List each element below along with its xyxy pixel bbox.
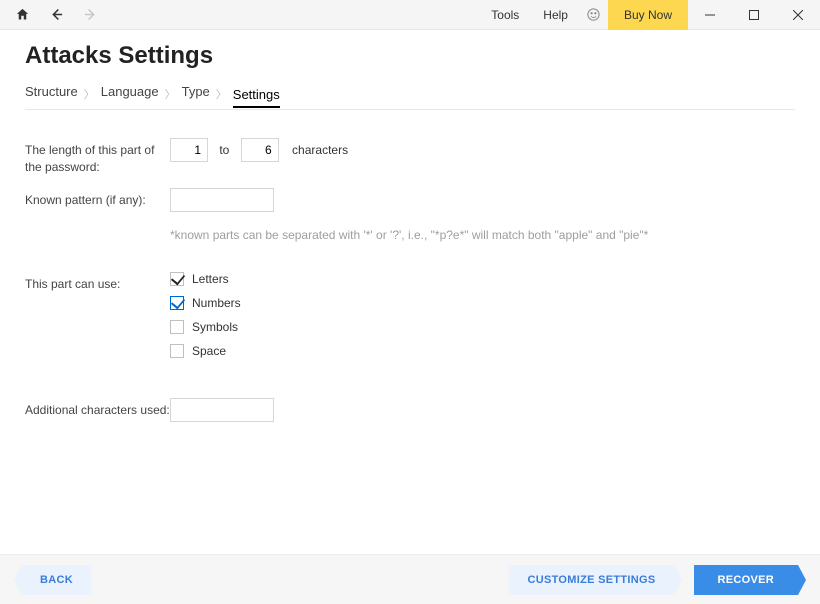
content-area: Attacks Settings Structure 〉 Language 〉 Type…	[0, 30, 820, 554]
buy-now-button[interactable]: Buy Now	[608, 0, 688, 30]
length-label: The length of this part of the password:	[25, 138, 170, 176]
home-button[interactable]	[8, 1, 36, 29]
breadcrumb-item-language[interactable]: Language	[101, 84, 159, 103]
home-icon	[15, 7, 30, 22]
smile-icon	[586, 7, 601, 22]
menu-tools[interactable]: Tools	[479, 0, 531, 30]
form-area: The length of this part of the password:…	[25, 138, 795, 422]
pattern-label: Known pattern (if any):	[25, 188, 170, 209]
checkbox-label-space: Space	[192, 344, 226, 358]
maximize-icon	[749, 10, 759, 20]
row-pattern: Known pattern (if any):	[25, 188, 795, 212]
customize-settings-button[interactable]: CUSTOMIZE SETTINGS	[509, 565, 673, 595]
use-controls: Letters Numbers Symbols Space	[170, 272, 795, 368]
additional-controls	[170, 398, 795, 422]
chevron-right-icon: 〉	[165, 86, 176, 102]
checkbox-row-symbols: Symbols	[170, 320, 795, 334]
breadcrumb-item-structure[interactable]: Structure	[25, 84, 78, 103]
checkbox-label-numbers: Numbers	[192, 296, 241, 310]
row-length: The length of this part of the password:…	[25, 138, 795, 176]
pattern-controls	[170, 188, 795, 212]
checkbox-label-symbols: Symbols	[192, 320, 238, 334]
checkbox-label-letters: Letters	[192, 272, 229, 286]
pattern-hint: *known parts can be separated with '*' o…	[170, 228, 795, 242]
titlebar: Tools Help Buy Now	[0, 0, 820, 30]
checkbox-row-numbers: Numbers	[170, 296, 795, 310]
additional-label: Additional characters used:	[25, 398, 170, 419]
feedback-button[interactable]	[580, 1, 608, 29]
close-icon	[793, 10, 803, 20]
checkbox-numbers[interactable]	[170, 296, 184, 310]
breadcrumb-item-settings[interactable]: Settings	[233, 87, 280, 108]
length-controls: to characters	[170, 138, 795, 162]
chevron-right-icon: 〉	[84, 86, 95, 102]
window-minimize[interactable]	[688, 0, 732, 30]
length-after-text: characters	[292, 143, 348, 157]
arrow-right-icon	[83, 7, 98, 22]
row-additional: Additional characters used:	[25, 398, 795, 422]
row-use: This part can use: Letters Numbers Symbols…	[25, 272, 795, 368]
footer: BACK CUSTOMIZE SETTINGS RECOVER	[0, 554, 820, 604]
checkbox-symbols[interactable]	[170, 320, 184, 334]
checkbox-space[interactable]	[170, 344, 184, 358]
breadcrumb: Structure 〉 Language 〉 Type 〉 Settings	[25, 84, 795, 110]
length-to-input[interactable]	[241, 138, 279, 162]
nav-forward-button	[76, 1, 104, 29]
page-title: Attacks Settings	[25, 42, 795, 70]
nav-back-button[interactable]	[42, 1, 70, 29]
window-maximize[interactable]	[732, 0, 776, 30]
menu-help[interactable]: Help	[531, 0, 580, 30]
use-label: This part can use:	[25, 272, 170, 293]
length-from-input[interactable]	[170, 138, 208, 162]
hint-empty-label	[25, 224, 170, 228]
titlebar-left	[8, 1, 104, 29]
minimize-icon	[705, 10, 715, 20]
additional-input[interactable]	[170, 398, 274, 422]
window-close[interactable]	[776, 0, 820, 30]
arrow-left-icon	[49, 7, 64, 22]
checkbox-letters[interactable]	[170, 272, 184, 286]
checkbox-row-space: Space	[170, 344, 795, 358]
pattern-input[interactable]	[170, 188, 274, 212]
recover-button[interactable]: RECOVER	[694, 565, 799, 595]
row-hint: *known parts can be separated with '*' o…	[25, 224, 795, 242]
back-button[interactable]: BACK	[22, 565, 91, 595]
breadcrumb-item-type[interactable]: Type	[182, 84, 210, 103]
checkbox-row-letters: Letters	[170, 272, 795, 286]
chevron-right-icon: 〉	[216, 86, 227, 102]
length-between-text: to	[219, 143, 229, 157]
